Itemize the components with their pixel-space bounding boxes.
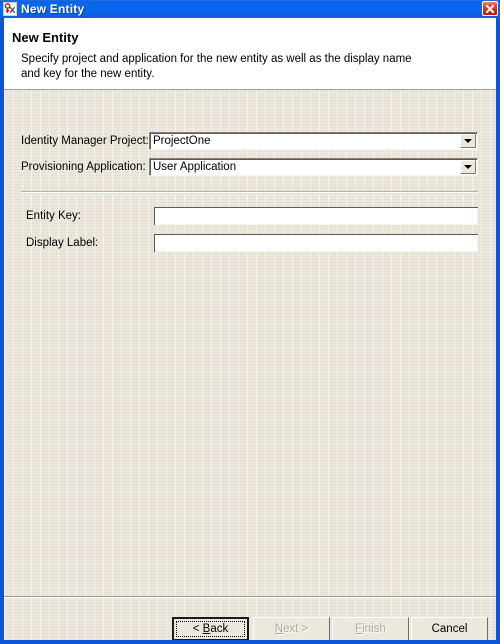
chevron-down-icon[interactable] (460, 134, 476, 148)
finish-button[interactable]: Finish (332, 617, 409, 640)
combo-value-provisioning-application: User Application (153, 161, 237, 173)
combo-identity-manager-project[interactable]: ProjectOne (149, 132, 478, 150)
label-provisioning-application: Provisioning Application: (21, 161, 146, 173)
display-label-field-wrap (154, 234, 478, 252)
label-identity-manager-project: Identity Manager Project: (21, 135, 149, 147)
dialog-button-bar: < Back Next > Finish Cancel (4, 596, 496, 640)
new-entity-dialog: New Entity New Entity Specify project an… (0, 0, 500, 644)
combo-value-identity-manager-project: ProjectOne (153, 135, 211, 147)
chevron-down-icon[interactable] (460, 160, 476, 174)
dialog-body: Identity Manager Project: ProjectOne Pro… (4, 91, 496, 596)
label-display-label: Display Label: (26, 237, 99, 249)
dialog-client-area: New Entity Specify project and applicati… (4, 18, 496, 640)
back-button[interactable]: < Back (172, 617, 249, 640)
arrow-down-glyph (464, 139, 472, 143)
arrow-down-glyph (464, 165, 472, 169)
form-section-divider-highlight (21, 192, 478, 193)
display-label-input[interactable] (154, 234, 478, 252)
entity-key-input[interactable] (154, 207, 478, 225)
next-button[interactable]: Next > (253, 617, 330, 640)
combo-provisioning-application[interactable]: User Application (149, 158, 478, 176)
back-button-label: < Back (192, 623, 229, 635)
cancel-button[interactable]: Cancel (411, 617, 488, 640)
window-title: New Entity (21, 2, 85, 16)
label-entity-key: Entity Key: (26, 210, 81, 222)
close-icon[interactable] (482, 1, 498, 16)
next-button-label: Next > (274, 623, 309, 635)
wizard-header: New Entity Specify project and applicati… (4, 18, 496, 90)
page-title: New Entity (12, 30, 79, 45)
title-bar[interactable]: New Entity (0, 0, 500, 18)
button-bar-divider-highlight (4, 597, 496, 598)
entity-key-field-wrap (154, 207, 478, 225)
cancel-button-label: Cancel (431, 623, 468, 635)
finish-button-label: Finish (355, 623, 386, 635)
entity-icon (3, 2, 17, 16)
page-description: Specify project and application for the … (21, 53, 412, 80)
